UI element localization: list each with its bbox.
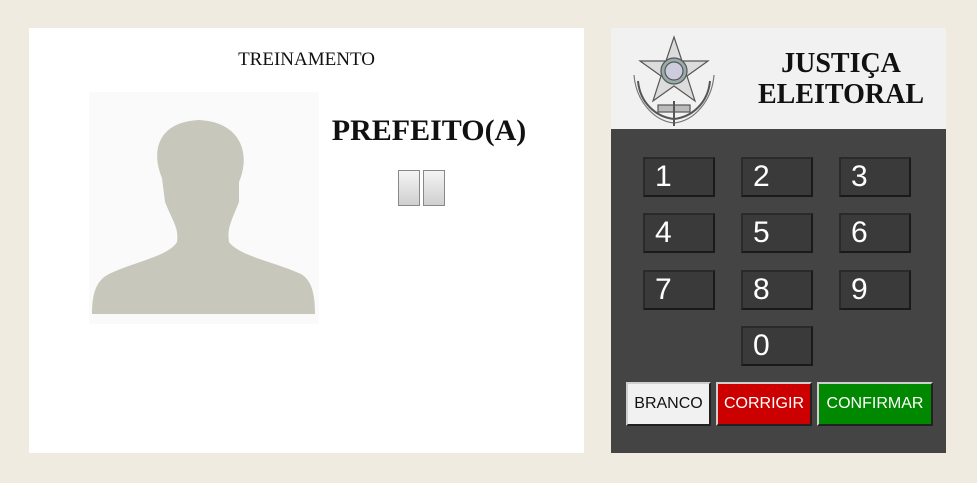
panel-header: JUSTIÇA ELEITORAL (611, 28, 946, 129)
key-1[interactable]: 1 (643, 157, 715, 197)
brand-line-1: JUSTIÇA (781, 48, 901, 79)
digit-box (398, 170, 420, 206)
key-7[interactable]: 7 (643, 270, 715, 310)
key-4[interactable]: 4 (643, 213, 715, 253)
key-8[interactable]: 8 (741, 270, 813, 310)
key-3[interactable]: 3 (839, 157, 911, 197)
candidate-photo (89, 92, 319, 324)
branco-button[interactable]: BRANCO (626, 382, 711, 426)
brand-title: JUSTIÇA ELEITORAL (751, 48, 931, 110)
coat-of-arms-icon (633, 35, 715, 126)
screen-header: TREINAMENTO (238, 49, 375, 70)
brand-line-2: ELEITORAL (758, 79, 924, 110)
key-0[interactable]: 0 (741, 326, 813, 366)
ballot-screen: TREINAMENTO PREFEITO(A) (29, 28, 584, 453)
number-entry (398, 170, 445, 206)
corrigir-button[interactable]: CORRIGIR (716, 382, 812, 426)
confirmar-button[interactable]: CONFIRMAR (817, 382, 933, 426)
key-2[interactable]: 2 (741, 157, 813, 197)
person-silhouette-icon (92, 120, 315, 314)
digit-box (423, 170, 445, 206)
role-title: PREFEITO(A) (331, 114, 527, 147)
key-9[interactable]: 9 (839, 270, 911, 310)
keypad-panel: JUSTIÇA ELEITORAL 1 2 3 4 5 6 7 8 9 0 BR… (611, 28, 946, 453)
key-6[interactable]: 6 (839, 213, 911, 253)
key-5[interactable]: 5 (741, 213, 813, 253)
